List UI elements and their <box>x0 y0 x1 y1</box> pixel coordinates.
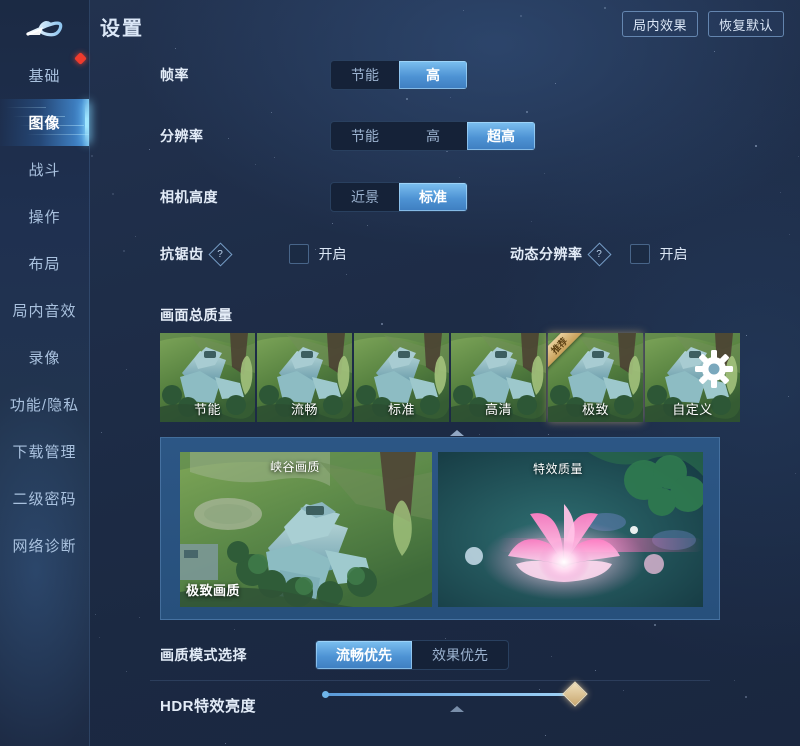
restore-defaults-button[interactable]: 恢复默认 <box>707 11 784 37</box>
sidebar-item-8[interactable]: 下载管理 <box>0 428 89 475</box>
dynamic-resolution-checkbox[interactable] <box>629 244 650 264</box>
quality-preset-list: 节能 流畅 标准 高清 推荐 极致自定义 <box>160 333 740 422</box>
hdr-slider-fill <box>325 693 575 696</box>
overall-quality-label: 画面总质量 <box>160 307 233 323</box>
row-hdr-brightness: HDR特效亮度 <box>160 695 256 716</box>
option-1[interactable]: 效果优先 <box>412 641 508 669</box>
hdr-slider-start-cap <box>322 691 329 698</box>
sidebar-item-label: 功能/隐私 <box>9 397 80 414</box>
row-antialiasing: 抗锯齿 ? 开启 <box>160 241 347 267</box>
option-1[interactable]: 高 <box>399 122 467 150</box>
option-2[interactable]: 超高 <box>467 122 535 150</box>
antialiasing-checkbox[interactable] <box>288 244 309 264</box>
sidebar-item-label: 录像 <box>28 350 61 367</box>
sidebar-item-label: 局内音效 <box>12 303 77 320</box>
sidebar-item-3[interactable]: 操作 <box>0 193 89 240</box>
quality-preset-label: 高清 <box>484 402 512 417</box>
header-button-group: 局内效果 恢复默认 <box>621 11 784 37</box>
row-quality-mode: 画质模式选择 流畅优先 效果优先 <box>160 640 509 670</box>
row-dynamic-resolution: 动态分辨率 ? 开启 <box>510 241 688 267</box>
sidebar-item-6[interactable]: 录像 <box>0 334 89 381</box>
quality-mode-label: 画质模式选择 <box>160 647 247 663</box>
quality-preset-label: 标准 <box>387 402 415 417</box>
dynamic-resolution-label: 动态分辨率 <box>510 246 583 262</box>
row-resolution: 分辨率 节能高超高 <box>160 121 536 151</box>
sidebar-item-label: 网络诊断 <box>12 538 77 555</box>
sidebar-item-label: 操作 <box>28 209 61 226</box>
effects-preview-top-tag: 特效质量 <box>533 462 584 476</box>
row-framerate: 帧率 节能高 <box>160 60 468 90</box>
sidebar-item-5[interactable]: 局内音效 <box>0 287 89 334</box>
quality-preset-1[interactable]: 流畅 <box>257 333 352 422</box>
row-camera-height: 相机高度 近景 标准 <box>160 182 468 212</box>
sidebar-item-label: 二级密码 <box>12 491 77 508</box>
framerate-segmented-control[interactable]: 节能高 <box>330 60 468 90</box>
sidebar-nav: 基础图像战斗操作布局局内音效录像功能/隐私下载管理二级密码网络诊断 <box>0 52 89 569</box>
option-0[interactable]: 近景 <box>331 183 399 211</box>
option-0[interactable]: 节能 <box>331 61 399 89</box>
quality-preset-label: 自定义 <box>672 402 713 417</box>
antialiasing-label: 抗锯齿 <box>160 246 204 262</box>
option-0[interactable]: 节能 <box>331 122 399 150</box>
antialiasing-toggle-label: 开启 <box>318 246 347 262</box>
sidebar-item-1[interactable]: 图像 <box>0 99 89 146</box>
canyon-preview-image: 峡谷画质 极致画质 <box>180 452 432 607</box>
settings-content: 帧率 节能高 分辨率 节能高超高 相机高度 近景 标准 抗锯齿 ? 开启 动态分辨… <box>90 42 800 746</box>
option-1[interactable]: 标准 <box>399 183 467 211</box>
scroll-hint-icon <box>450 706 464 712</box>
quality-mode-segmented-control[interactable]: 流畅优先 效果优先 <box>315 640 509 670</box>
sidebar-item-2[interactable]: 战斗 <box>0 146 89 193</box>
gear-icon <box>694 349 734 389</box>
in-game-effects-button[interactable]: 局内效果 <box>621 11 698 37</box>
sidebar-item-7[interactable]: 功能/隐私 <box>0 381 89 428</box>
help-diamond-icon[interactable]: ? <box>207 241 233 267</box>
sidebar-item-label: 下载管理 <box>12 444 77 461</box>
page-title: 设置 <box>100 18 144 40</box>
framerate-label: 帧率 <box>160 67 189 83</box>
resolution-segmented-control[interactable]: 节能高超高 <box>330 121 536 151</box>
option-0[interactable]: 流畅优先 <box>316 641 412 669</box>
quality-preset-2[interactable]: 标准 <box>354 333 449 422</box>
help-diamond-icon[interactable]: ? <box>586 241 612 267</box>
canyon-preview-top-tag: 峡谷画质 <box>270 460 321 474</box>
quality-preview-panel: 峡谷画质 极致画质 特效质量 <box>160 437 720 620</box>
camera-height-segmented-control[interactable]: 近景 标准 <box>330 182 468 212</box>
dynamic-resolution-toggle-label: 开启 <box>659 246 688 262</box>
camera-height-label: 相机高度 <box>160 189 218 205</box>
hdr-brightness-label: HDR特效亮度 <box>160 698 256 715</box>
canyon-preview-bottom-tag: 极致画质 <box>186 583 241 598</box>
quality-preset-0[interactable]: 节能 <box>160 333 255 422</box>
hdr-brightness-slider[interactable] <box>322 681 588 707</box>
back-arrow-icon[interactable] <box>16 8 78 48</box>
scroll-up-hint-icon <box>450 430 464 436</box>
quality-preset-label: 极致 <box>581 402 609 417</box>
sidebar: 基础图像战斗操作布局局内音效录像功能/隐私下载管理二级密码网络诊断 <box>0 0 90 746</box>
resolution-label: 分辨率 <box>160 128 204 144</box>
sidebar-item-4[interactable]: 布局 <box>0 240 89 287</box>
sidebar-item-label: 布局 <box>28 256 61 273</box>
sidebar-item-10[interactable]: 网络诊断 <box>0 522 89 569</box>
hdr-slider-knob[interactable] <box>562 681 588 707</box>
quality-preset-4[interactable]: 推荐 极致 <box>548 333 643 422</box>
option-1[interactable]: 高 <box>399 61 467 89</box>
quality-preset-5[interactable]: 自定义 <box>645 333 740 422</box>
sidebar-item-9[interactable]: 二级密码 <box>0 475 89 522</box>
quality-preset-3[interactable]: 高清 <box>451 333 546 422</box>
quality-preset-label: 流畅 <box>290 402 318 417</box>
quality-preset-label: 节能 <box>193 402 221 417</box>
sidebar-item-label: 战斗 <box>28 162 61 179</box>
effects-preview-image: 特效质量 <box>438 452 703 607</box>
divider <box>150 680 710 681</box>
sidebar-item-label: 图像 <box>28 115 61 132</box>
sidebar-item-label: 基础 <box>28 68 61 85</box>
